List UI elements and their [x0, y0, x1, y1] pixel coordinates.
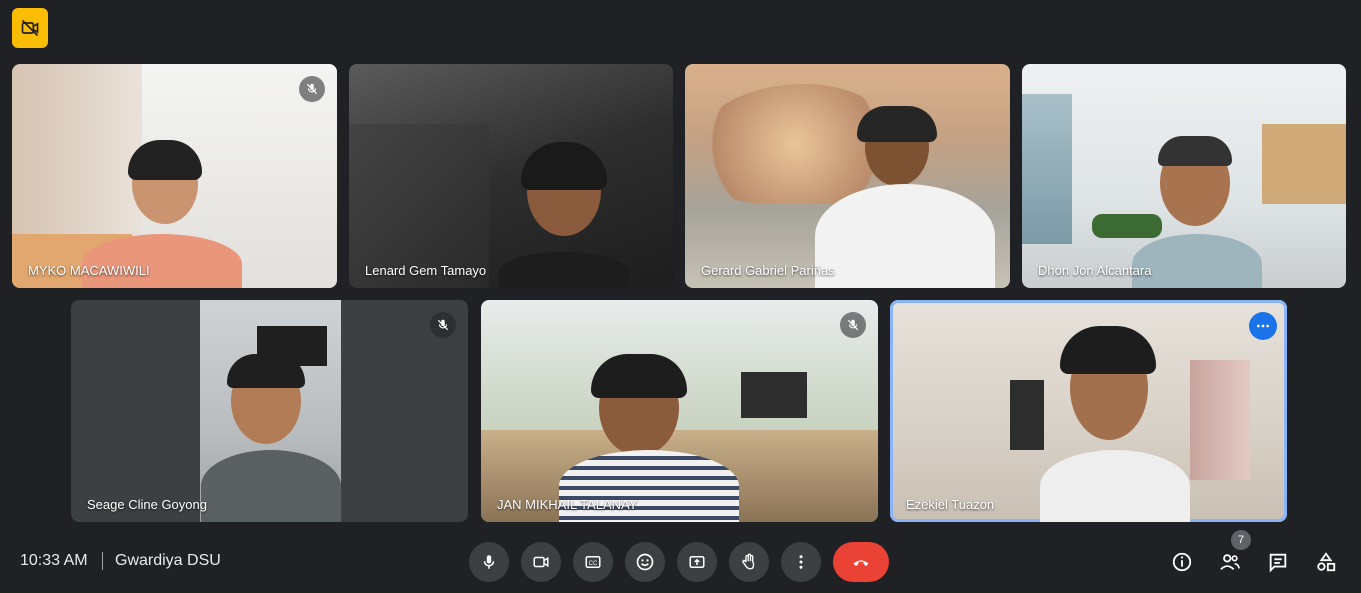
- svg-text:CC: CC: [589, 561, 598, 567]
- participant-name: Ezekiel Tuazon: [906, 497, 995, 512]
- meeting-clock: 10:33 AM: [20, 552, 88, 569]
- camera-icon: [533, 556, 549, 568]
- present-screen-button[interactable]: [677, 542, 717, 582]
- participant-tile-gerard[interactable]: Gerard Gabriel Pariñas: [685, 64, 1010, 288]
- meeting-controls-bar: 10:33 AM Gwardiya DSU CC 7: [0, 530, 1361, 593]
- participant-tile-dhon[interactable]: Dhon Jon Alcantara: [1022, 64, 1346, 288]
- participant-tile-jan[interactable]: JAN MIKHAIL TALANAY: [481, 300, 878, 522]
- more-options-icon: [799, 555, 803, 569]
- more-options-button[interactable]: [781, 542, 821, 582]
- mic-off-icon: [299, 76, 325, 102]
- people-icon: [1220, 554, 1240, 571]
- participant-tile-seage[interactable]: Seage Cline Goyong: [71, 300, 468, 522]
- microphone-icon: [483, 555, 495, 569]
- camera-off-icon: [21, 19, 39, 37]
- info-button[interactable]: [1170, 550, 1194, 574]
- emoji-icon: [636, 553, 654, 571]
- raise-hand-icon: [742, 553, 755, 570]
- chat-icon: [1269, 553, 1287, 573]
- meeting-title: Gwardiya DSU: [115, 552, 221, 569]
- participant-tile-myko[interactable]: MYKO MACAWIWILI: [12, 64, 337, 288]
- present-screen-icon: [689, 556, 705, 568]
- participant-count-badge: 7: [1231, 530, 1251, 550]
- raise-hand-button[interactable]: [729, 542, 769, 582]
- participant-name: Gerard Gabriel Pariñas: [701, 263, 835, 278]
- end-call-icon: [853, 560, 869, 567]
- participant-name: Dhon Jon Alcantara: [1038, 263, 1152, 278]
- more-options-icon: [1257, 324, 1269, 328]
- people-button[interactable]: [1218, 550, 1242, 574]
- camera-button[interactable]: [521, 542, 561, 582]
- participant-name: Seage Cline Goyong: [87, 497, 207, 512]
- participant-tile-ezekiel[interactable]: Ezekiel Tuazon: [890, 300, 1287, 522]
- activities-button[interactable]: [1314, 550, 1338, 574]
- emoji-button[interactable]: [625, 542, 665, 582]
- captions-icon: CC: [585, 556, 601, 568]
- captions-button[interactable]: CC: [573, 542, 613, 582]
- activities-icon: [1317, 552, 1336, 572]
- mic-off-icon: [840, 312, 866, 338]
- participant-name: JAN MIKHAIL TALANAY: [497, 497, 638, 512]
- chat-button[interactable]: [1266, 550, 1290, 574]
- camera-off-badge[interactable]: [12, 8, 48, 48]
- participant-name: MYKO MACAWIWILI: [28, 263, 150, 278]
- microphone-button[interactable]: [469, 542, 509, 582]
- participant-name: Lenard Gem Tamayo: [365, 263, 487, 278]
- divider: [102, 552, 103, 570]
- info-icon: [1172, 552, 1192, 572]
- mic-off-icon: [430, 312, 456, 338]
- end-call-button[interactable]: [833, 542, 889, 582]
- more-options-button[interactable]: [1249, 312, 1277, 340]
- participant-tile-lenard[interactable]: Lenard Gem Tamayo: [349, 64, 673, 288]
